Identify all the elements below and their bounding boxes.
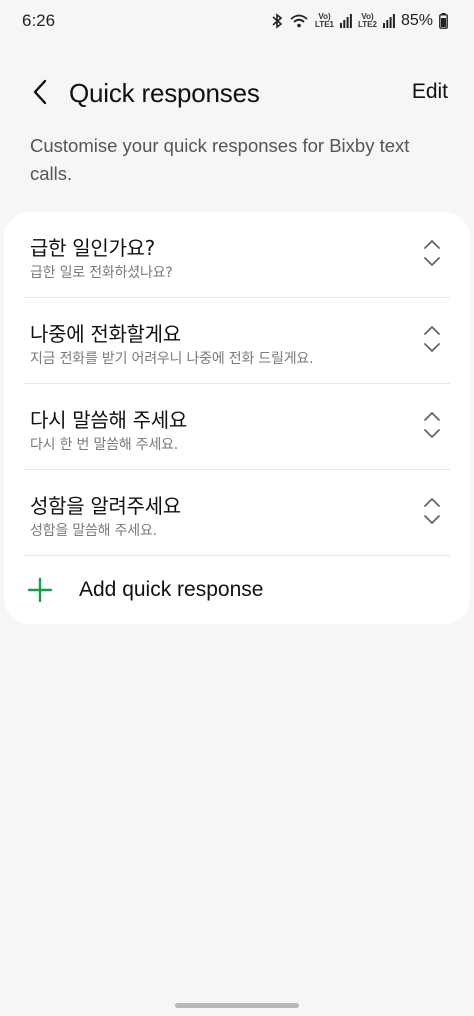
reorder-icon [423, 239, 441, 272]
page-description: Customise your quick responses for Bixby… [30, 135, 410, 184]
signal-icon [340, 14, 352, 28]
status-bar: 6:26 Vo) LTE1 Vo) LTE2 85% [0, 0, 474, 42]
reorder-handle[interactable] [418, 324, 446, 358]
reorder-icon [423, 497, 441, 530]
response-title: 다시 말씀해 주세요 [30, 408, 187, 432]
chevron-left-icon [32, 79, 48, 110]
signal-icon [382, 14, 395, 28]
add-quick-response-label: Add quick response [79, 578, 264, 601]
status-time: 6:26 [22, 11, 56, 30]
page-title: Quick responses [69, 78, 260, 108]
quick-responses-card: 급한 일인가요? 급한 일로 전화하셨나요? 나중에 전화할게요 지금 전화를 … [4, 212, 470, 624]
list-item[interactable]: 성함을 알려주세요 성함을 말씀해 주세요. [24, 470, 450, 556]
response-title: 급한 일인가요? [30, 236, 155, 260]
bluetooth-icon [271, 13, 283, 29]
response-subtitle: 다시 한 번 말씀해 주세요. [30, 437, 179, 453]
list-item[interactable]: 급한 일인가요? 급한 일로 전화하셨나요? [24, 212, 450, 298]
battery-percent: 85% [400, 12, 433, 29]
wifi-icon [289, 13, 309, 29]
response-subtitle: 급한 일로 전화하셨나요? [30, 265, 173, 281]
response-subtitle: 성함을 말씀해 주세요. [30, 523, 157, 539]
reorder-handle[interactable] [418, 410, 446, 444]
home-indicator[interactable] [175, 1003, 299, 1008]
sim1-lte-label: LTE1 [315, 20, 334, 29]
reorder-handle[interactable] [418, 238, 446, 272]
app-bar: Quick responses Edit [0, 62, 474, 126]
list-item[interactable]: 나중에 전화할게요 지금 전화를 받기 어려우니 나중에 전화 드릴게요. [24, 298, 450, 384]
sim2-lte-label: LTE2 [358, 20, 377, 29]
list-item[interactable]: 다시 말씀해 주세요 다시 한 번 말씀해 주세요. [24, 384, 450, 470]
sim1-indicator: Vo) LTE1 [315, 13, 334, 29]
back-button[interactable] [24, 78, 56, 110]
sim2-indicator: Vo) LTE2 [358, 13, 377, 29]
response-subtitle: 지금 전화를 받기 어려우니 나중에 전화 드릴게요. [30, 351, 314, 367]
edit-button[interactable]: Edit [412, 80, 448, 104]
status-icons: Vo) LTE1 Vo) LTE2 85% [271, 12, 448, 30]
response-title: 나중에 전화할게요 [30, 322, 181, 346]
add-quick-response-button[interactable]: Add quick response [24, 560, 450, 620]
plus-icon [26, 576, 54, 604]
battery-icon [439, 13, 448, 29]
response-title: 성함을 알려주세요 [30, 494, 181, 518]
reorder-icon [423, 325, 441, 358]
reorder-handle[interactable] [418, 496, 446, 530]
reorder-icon [423, 411, 441, 444]
